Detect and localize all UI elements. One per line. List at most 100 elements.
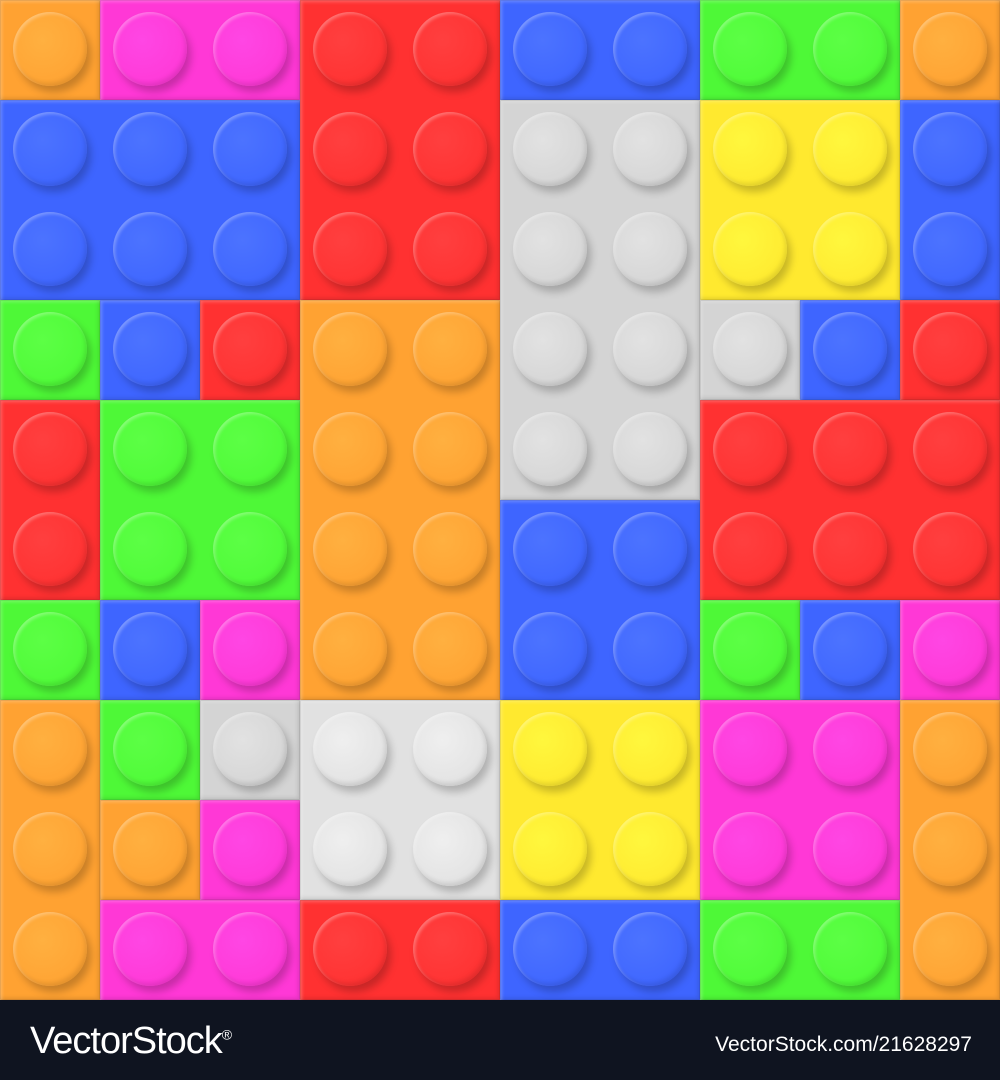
brick-stud: [713, 812, 787, 886]
red-brick: [900, 300, 1000, 400]
brick-stud: [13, 512, 87, 586]
red-brick: [300, 900, 500, 1000]
brick-stud: [113, 812, 187, 886]
brick-stud: [813, 12, 887, 86]
brick-stud: [213, 712, 287, 786]
brick-stud: [13, 912, 87, 986]
orange-brick: [100, 800, 200, 900]
image-id: VectorStock.com/21628297: [715, 1033, 972, 1056]
brick-stud: [413, 912, 487, 986]
brick-stud: [613, 612, 687, 686]
brick-stud: [13, 812, 87, 886]
brick-stud: [813, 612, 887, 686]
brick-stud: [813, 512, 887, 586]
brick-stud: [313, 912, 387, 986]
orange-brick: [0, 0, 100, 100]
blue-brick: [100, 600, 200, 700]
brick-stud: [513, 712, 587, 786]
brick-stud: [413, 512, 487, 586]
brick-stud: [313, 212, 387, 286]
brick-stud: [313, 312, 387, 386]
brick-stud: [913, 412, 987, 486]
brick-stud: [613, 12, 687, 86]
brick-stud: [213, 312, 287, 386]
brick-pattern: [0, 0, 1000, 1000]
brick-stud: [213, 912, 287, 986]
brick-stud: [813, 212, 887, 286]
blue-brick: [500, 0, 700, 100]
brick-stud: [213, 412, 287, 486]
red-brick: [700, 400, 1000, 600]
brick-stud: [13, 412, 87, 486]
brick-stud: [513, 12, 587, 86]
brick-stud: [113, 412, 187, 486]
brick-stud: [713, 412, 787, 486]
brick-stud: [313, 12, 387, 86]
brick-stud: [713, 212, 787, 286]
green-brick: [700, 600, 800, 700]
brick-stud: [413, 612, 487, 686]
blue-brick: [900, 100, 1000, 300]
brick-stud: [113, 212, 187, 286]
brick-stud: [13, 112, 87, 186]
blue-brick: [0, 100, 300, 300]
brick-stud: [913, 512, 987, 586]
lightgray-brick: [300, 700, 500, 900]
green-brick: [100, 700, 200, 800]
blue-brick: [800, 300, 900, 400]
brick-stud: [313, 612, 387, 686]
brick-stud: [513, 812, 587, 886]
brick-stud: [413, 12, 487, 86]
brick-stud: [213, 512, 287, 586]
brick-stud: [913, 112, 987, 186]
brick-stud: [813, 812, 887, 886]
brick-stud: [713, 712, 787, 786]
blue-brick: [500, 500, 700, 700]
brick-stud: [413, 112, 487, 186]
brick-stud: [213, 812, 287, 886]
magenta-brick: [200, 800, 300, 900]
brick-stud: [413, 812, 487, 886]
brick-stud: [613, 112, 687, 186]
brick-stud: [713, 912, 787, 986]
brick-stud: [13, 212, 87, 286]
brick-stud: [13, 612, 87, 686]
orange-brick: [0, 700, 100, 1000]
magenta-brick: [100, 0, 300, 100]
brick-stud: [513, 912, 587, 986]
blue-brick: [500, 900, 700, 1000]
blue-brick: [100, 300, 200, 400]
red-brick: [200, 300, 300, 400]
brick-stud: [13, 712, 87, 786]
gray-brick: [700, 300, 800, 400]
yellow-brick: [700, 100, 900, 300]
brick-stud: [613, 212, 687, 286]
brick-stud: [413, 312, 487, 386]
brick-stud: [113, 12, 187, 86]
brick-stud: [513, 112, 587, 186]
brick-stud: [513, 412, 587, 486]
brick-stud: [113, 612, 187, 686]
brand-logo: VectorStock®: [30, 1020, 232, 1063]
watermark-footer: VectorStock® VectorStock.com/21628297: [0, 1000, 1000, 1080]
green-brick: [100, 400, 300, 600]
registered-mark: ®: [221, 1026, 232, 1043]
brick-stud: [913, 712, 987, 786]
brick-stud: [113, 712, 187, 786]
brick-stud: [813, 712, 887, 786]
gray-brick: [500, 100, 700, 500]
brick-stud: [613, 412, 687, 486]
brick-stud: [913, 12, 987, 86]
brick-stud: [313, 712, 387, 786]
magenta-brick: [700, 700, 900, 900]
brick-stud: [313, 412, 387, 486]
brick-stud: [513, 312, 587, 386]
brick-stud: [713, 612, 787, 686]
brick-stud: [113, 112, 187, 186]
orange-brick: [300, 300, 500, 700]
brick-stud: [213, 12, 287, 86]
red-brick: [300, 0, 500, 300]
brick-stud: [213, 112, 287, 186]
yellow-brick: [500, 700, 700, 900]
brick-stud: [813, 312, 887, 386]
